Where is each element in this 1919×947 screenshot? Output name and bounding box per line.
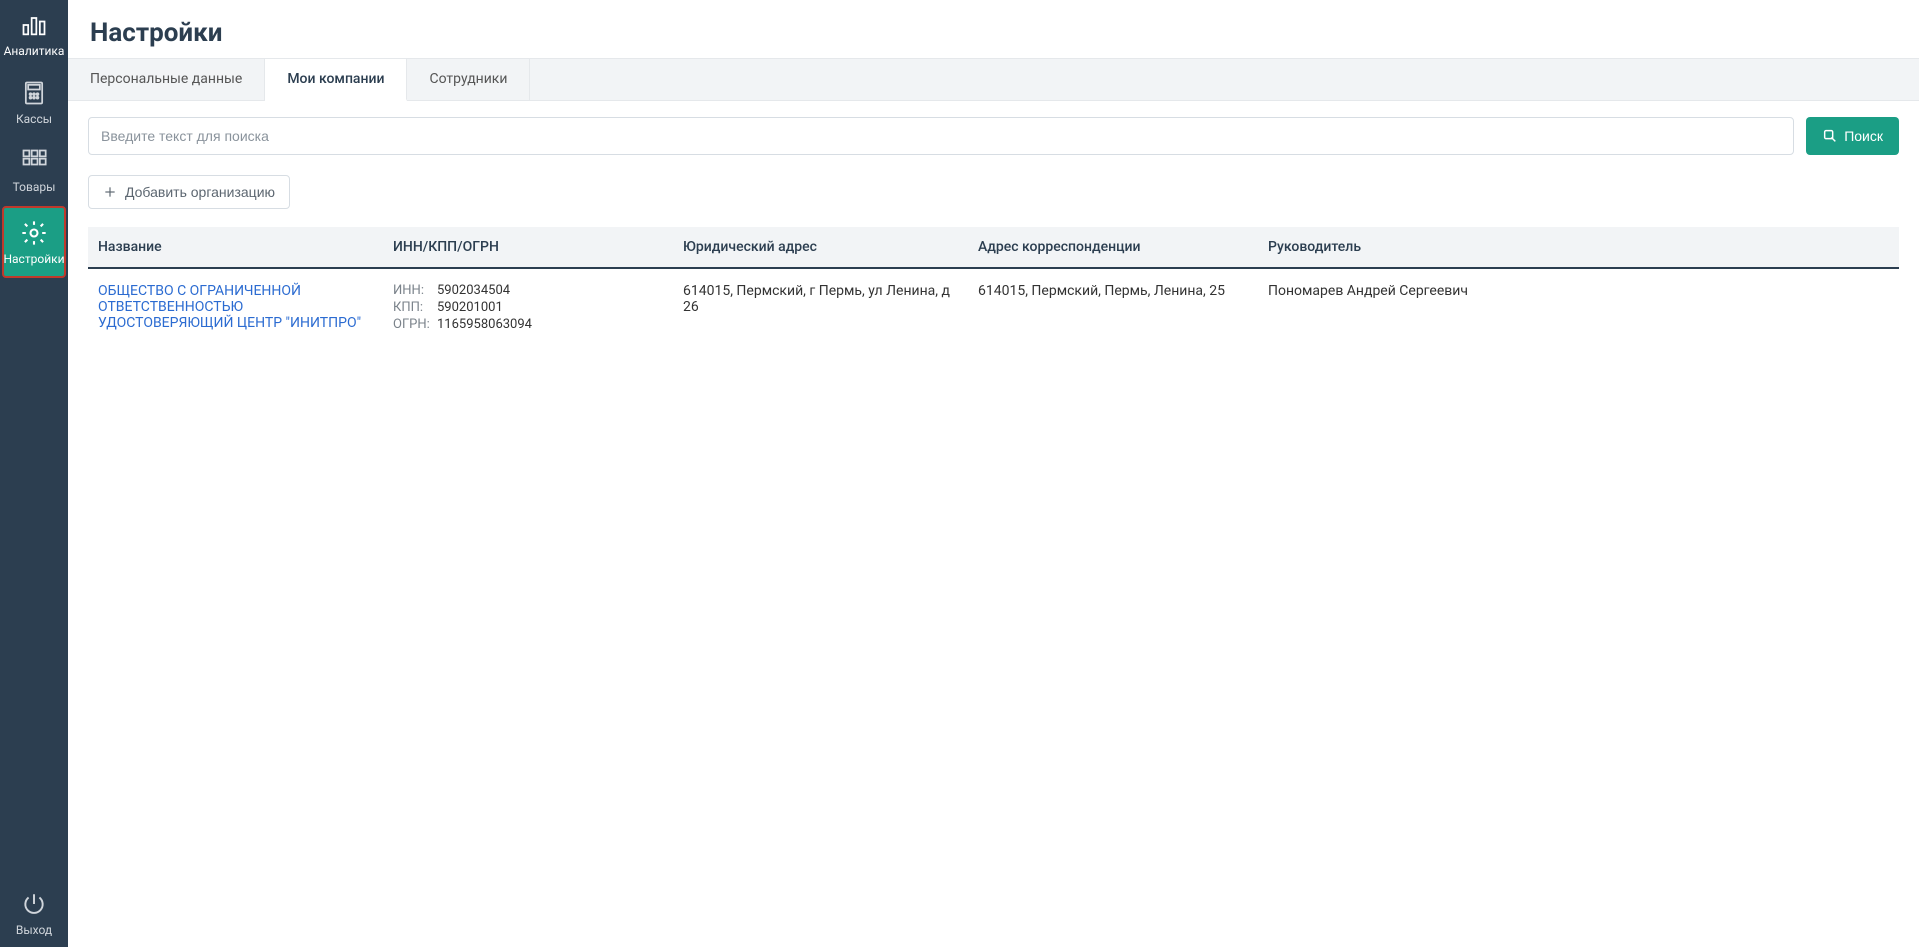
sidebar-item-cashiers[interactable]: Кассы	[0, 68, 68, 136]
tab-personal-data[interactable]: Персональные данные	[68, 59, 265, 100]
search-input[interactable]	[88, 117, 1794, 155]
power-icon	[18, 889, 50, 919]
th-head: Руководитель	[1258, 227, 1899, 268]
kpp-label: КПП:	[393, 300, 437, 315]
add-organization-button[interactable]: Добавить организацию	[88, 175, 290, 209]
tabs: Персональные данные Мои компании Сотрудн…	[68, 59, 1919, 101]
correspondence-address: 614015, Пермский, Пермь, Ленина, 25	[968, 268, 1258, 346]
sidebar: Аналитика Кассы Товары Настройки	[0, 0, 68, 947]
organizations-table: Название ИНН/КПП/ОГРН Юридический адрес …	[88, 227, 1899, 346]
plus-icon	[103, 185, 117, 199]
sidebar-item-analytics[interactable]: Аналитика	[0, 0, 68, 68]
search-magnifier-icon	[1822, 128, 1838, 144]
sidebar-item-goods[interactable]: Товары	[0, 136, 68, 204]
table-row: ОБЩЕСТВО С ОГРАНИЧЕННОЙ ОТВЕТСТВЕННОСТЬЮ…	[88, 268, 1899, 346]
sidebar-item-logout[interactable]: Выход	[0, 879, 68, 947]
sidebar-item-settings[interactable]: Настройки	[2, 206, 66, 278]
calculator-icon	[18, 78, 50, 108]
tab-my-companies[interactable]: Мои компании	[265, 59, 407, 101]
th-corr: Адрес корреспонденции	[968, 227, 1258, 268]
sidebar-item-label: Настройки	[3, 252, 64, 266]
page-title: Настройки	[90, 18, 1897, 48]
search-button-label: Поиск	[1844, 128, 1883, 144]
tab-employees[interactable]: Сотрудники	[407, 59, 530, 100]
gear-icon	[18, 218, 50, 248]
th-inn: ИНН/КПП/ОГРН	[383, 227, 673, 268]
head-name: Пономарев Андрей Сергеевич	[1258, 268, 1899, 346]
inn-value: 5902034504	[437, 283, 663, 298]
grid-icon	[18, 146, 50, 176]
content-area: Поиск Добавить организацию Название ИНН/…	[68, 101, 1919, 362]
ogrn-value: 1165958063094	[437, 317, 663, 332]
sidebar-item-label: Кассы	[16, 112, 52, 126]
inn-kpp-ogrn-block: ИНН: 5902034504 КПП: 590201001 ОГРН: 116…	[393, 283, 663, 332]
add-button-label: Добавить организацию	[125, 184, 275, 200]
page-header: Настройки	[68, 0, 1919, 59]
ogrn-label: ОГРН:	[393, 317, 437, 332]
main-content: Настройки Персональные данные Мои компан…	[68, 0, 1919, 947]
bar-chart-icon	[18, 10, 50, 40]
sidebar-item-label: Аналитика	[4, 44, 65, 58]
th-legal: Юридический адрес	[673, 227, 968, 268]
sidebar-item-label: Выход	[16, 923, 52, 937]
search-button[interactable]: Поиск	[1806, 117, 1899, 155]
kpp-value: 590201001	[437, 300, 663, 315]
search-row: Поиск	[88, 117, 1899, 155]
inn-label: ИНН:	[393, 283, 437, 298]
sidebar-item-label: Товары	[13, 180, 56, 194]
organization-link[interactable]: ОБЩЕСТВО С ОГРАНИЧЕННОЙ ОТВЕТСТВЕННОСТЬЮ…	[98, 283, 361, 331]
th-name: Название	[88, 227, 383, 268]
legal-address: 614015, Пермский, г Пермь, ул Ленина, д …	[673, 268, 968, 346]
